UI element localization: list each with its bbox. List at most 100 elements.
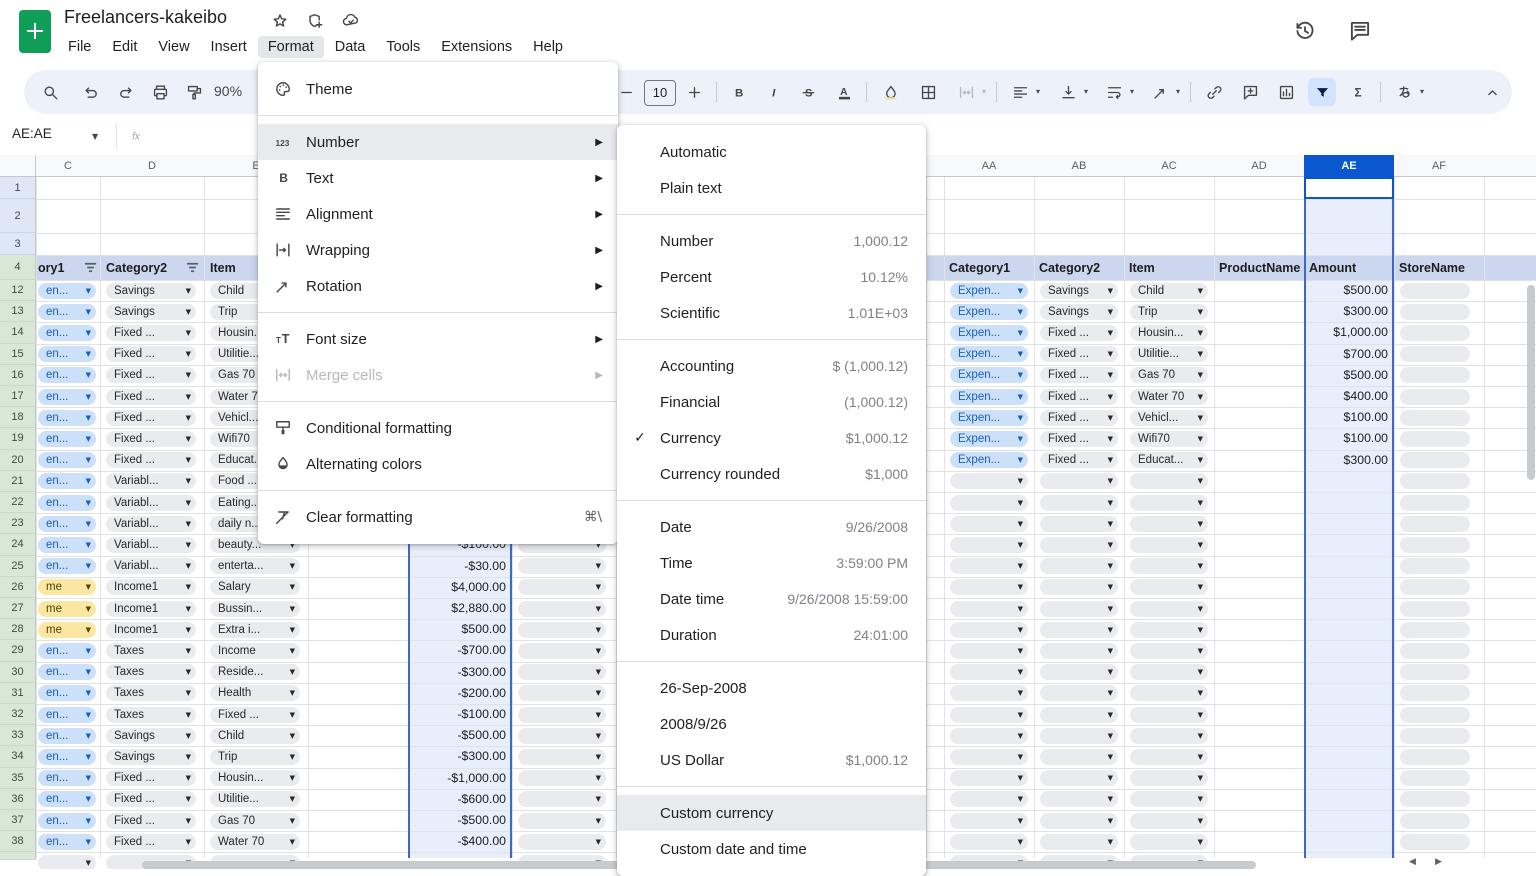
category2-chip[interactable]: Fixed ...▼	[106, 410, 196, 426]
item-chip[interactable]: ▼	[1130, 601, 1208, 617]
item-chip[interactable]: Utilitie...▼	[210, 791, 300, 807]
menubar-item-tools[interactable]: Tools	[376, 36, 430, 58]
storename-chip[interactable]: ▼	[518, 834, 606, 850]
storename-chip[interactable]	[1400, 813, 1470, 829]
font-size-input[interactable]: 10	[644, 80, 676, 106]
category2-chip[interactable]: ▼	[1040, 473, 1118, 489]
row-header-14[interactable]: 14	[0, 322, 36, 343]
number-format-option-currency[interactable]: ✓Currency$1,000.12	[617, 420, 926, 456]
category1-chip[interactable]: ▼	[950, 537, 1028, 553]
category1-chip[interactable]: ▼	[950, 579, 1028, 595]
category1-chip[interactable]: en...▼	[38, 558, 96, 574]
format-menu-item-clear-formatting[interactable]: Clear formatting⌘\	[258, 499, 618, 535]
column-header-AE[interactable]: AE	[1304, 155, 1394, 177]
amount-cell[interactable]: $300.00	[1308, 301, 1388, 322]
borders-icon[interactable]	[914, 78, 942, 106]
column-header-C[interactable]: C	[36, 155, 100, 177]
item-chip[interactable]: Utilitie...▼	[1130, 346, 1208, 362]
category1-chip[interactable]: en...▼	[38, 643, 96, 659]
amount-cell[interactable]: $1,000.00	[1308, 322, 1388, 343]
row-header-16[interactable]: 16	[0, 365, 36, 386]
category2-chip[interactable]: Savings▼	[106, 283, 196, 299]
amount-cell[interactable]: -$300.00	[410, 662, 506, 683]
storename-chip[interactable]	[1400, 834, 1470, 850]
redo-icon[interactable]	[112, 78, 140, 106]
name-box[interactable]: AE:AE	[12, 126, 92, 141]
table-header-item[interactable]: Item	[1129, 255, 1211, 280]
format-menu-item-alternating-colors[interactable]: Alternating colors	[258, 446, 618, 482]
storename-chip[interactable]: ▼	[518, 601, 606, 617]
category1-chip[interactable]: ▼	[950, 622, 1028, 638]
category2-chip[interactable]: Fixed ...▼	[106, 791, 196, 807]
storename-chip[interactable]	[1400, 537, 1470, 553]
amount-cell[interactable]: $4,000.00	[410, 577, 506, 598]
strikethrough-icon[interactable]: S	[794, 78, 822, 106]
amount-cell[interactable]: $2,880.00	[410, 598, 506, 619]
star-icon[interactable]	[270, 11, 290, 31]
item-chip[interactable]: ▼	[1130, 643, 1208, 659]
item-chip[interactable]: ▼	[1130, 834, 1208, 850]
category1-chip[interactable]: ▼	[950, 685, 1028, 701]
item-chip[interactable]: Gas 70▼	[210, 813, 300, 829]
category1-chip[interactable]: ▼	[950, 749, 1028, 765]
storename-chip[interactable]	[1400, 707, 1470, 723]
category2-chip[interactable]: Variabl...▼	[106, 558, 196, 574]
item-chip[interactable]: Extra i...▼	[210, 622, 300, 638]
row-header-19[interactable]: 19	[0, 428, 36, 449]
category1-chip[interactable]: me▼	[38, 579, 96, 595]
item-chip[interactable]: Salary▼	[210, 579, 300, 595]
link-icon[interactable]	[1200, 78, 1228, 106]
amount-cell[interactable]: $500.00	[1308, 365, 1388, 386]
approval-shield-icon[interactable]	[305, 11, 325, 31]
column-header-D[interactable]: D	[100, 155, 204, 177]
category2-chip[interactable]: Variabl...▼	[106, 537, 196, 553]
storename-chip[interactable]	[1400, 770, 1470, 786]
category2-chip[interactable]: Savings▼	[106, 749, 196, 765]
category2-chip[interactable]: ▼	[1040, 622, 1118, 638]
menubar-item-data[interactable]: Data	[325, 36, 376, 58]
category1-chip[interactable]: en...▼	[38, 325, 96, 341]
storename-chip[interactable]	[1400, 728, 1470, 744]
collapse-toolbar-icon[interactable]	[1478, 78, 1506, 106]
category2-chip[interactable]: Savings▼	[1040, 304, 1118, 320]
item-chip[interactable]: Health▼	[210, 685, 300, 701]
table-header-category2[interactable]: Category2	[1039, 255, 1121, 280]
storename-chip[interactable]: ▼	[518, 558, 606, 574]
storename-chip[interactable]	[1400, 452, 1470, 468]
category2-chip[interactable]: ▼	[1040, 728, 1118, 744]
column-header-AD[interactable]: AD	[1214, 155, 1304, 177]
fill-color-icon[interactable]	[876, 78, 904, 106]
number-format-option-custom-currency[interactable]: Custom currency	[617, 795, 926, 831]
storename-chip[interactable]	[1400, 643, 1470, 659]
select-all-corner[interactable]	[0, 155, 36, 177]
amount-cell[interactable]: -$700.00	[410, 640, 506, 661]
category1-chip[interactable]: en...▼	[38, 813, 96, 829]
zoom-level[interactable]: 90%	[214, 83, 242, 99]
category1-chip[interactable]: en...▼	[38, 304, 96, 320]
italic-icon[interactable]: I	[760, 78, 788, 106]
row-header-4[interactable]: 4	[0, 255, 36, 280]
storename-chip[interactable]: ▼	[518, 664, 606, 680]
category2-chip[interactable]: ▼	[1040, 516, 1118, 532]
amount-cell[interactable]: $100.00	[1308, 428, 1388, 449]
item-chip[interactable]: Child▼	[210, 728, 300, 744]
category1-chip[interactable]: ▼	[950, 516, 1028, 532]
category1-chip[interactable]: ▼	[950, 707, 1028, 723]
category1-chip[interactable]: ▼	[950, 664, 1028, 680]
search-icon[interactable]	[36, 78, 64, 106]
category1-chip[interactable]: Expen...▼	[950, 346, 1028, 362]
category1-chip[interactable]: ▼	[950, 813, 1028, 829]
category2-chip[interactable]: ▼	[1040, 749, 1118, 765]
row-header-35[interactable]: 35	[0, 768, 36, 789]
category2-chip[interactable]: ▼	[1040, 791, 1118, 807]
amount-cell[interactable]: -$100.00	[410, 704, 506, 725]
format-menu-item-text[interactable]: BText▶	[258, 160, 618, 196]
category1-chip[interactable]: en...▼	[38, 516, 96, 532]
category1-chip[interactable]: en...▼	[38, 749, 96, 765]
table-header-productname[interactable]: ProductName	[1219, 255, 1301, 280]
sheets-logo-icon[interactable]	[19, 10, 51, 53]
category1-chip[interactable]: ▼	[950, 495, 1028, 511]
item-chip[interactable]: ▼	[1130, 707, 1208, 723]
category1-chip[interactable]: Expen...▼	[950, 410, 1028, 426]
item-chip[interactable]: ▼	[1130, 495, 1208, 511]
